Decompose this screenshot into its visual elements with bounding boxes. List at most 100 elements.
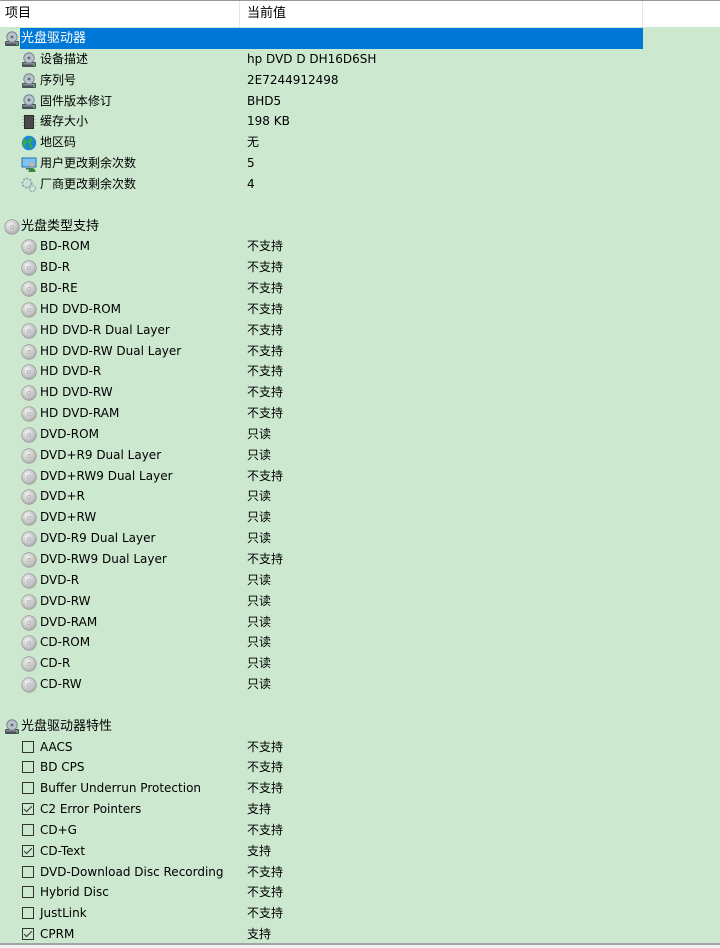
item-label: CPRM xyxy=(40,927,75,942)
item-label: DVD-RW9 Dual Layer xyxy=(40,552,167,566)
item-value: 不支持 xyxy=(247,364,284,379)
list-item[interactable]: DVD-RAM 只读 xyxy=(0,612,720,633)
checkbox-unchecked xyxy=(22,761,34,774)
list-item[interactable]: CD-RW 只读 xyxy=(0,674,720,695)
optical-drive-icon xyxy=(21,52,37,68)
list-item[interactable]: 缓存大小 198 KB xyxy=(0,111,720,132)
section-header[interactable]: 光盘驱动器特性 xyxy=(0,716,720,737)
item-value: 只读 xyxy=(247,635,272,650)
optical-drive-icon xyxy=(21,73,37,89)
list-item[interactable]: HD DVD-RW Dual Layer 不支持 xyxy=(0,341,720,362)
list-item[interactable]: 固件版本修订 BHD5 xyxy=(0,91,720,112)
item-label: DVD+RW9 Dual Layer xyxy=(40,468,173,483)
list-item[interactable]: 厂商更改剩余次数 4 xyxy=(0,174,720,195)
disc-icon xyxy=(21,552,37,568)
list-item[interactable]: CPRM 支持 xyxy=(0,924,720,945)
section-header[interactable]: 光盘驱动器 xyxy=(0,28,720,49)
list-item[interactable]: DVD-Download Disc Recording 不支持 xyxy=(0,862,720,883)
list-item[interactable]: HD DVD-R Dual Layer 不支持 xyxy=(0,320,720,341)
list-item[interactable]: BD-R 不支持 xyxy=(0,257,720,278)
list-item[interactable]: DVD+RW9 Dual Layer 不支持 xyxy=(0,466,720,487)
list-item[interactable]: DVD+R9 Dual Layer 只读 xyxy=(0,445,720,466)
item-value: 2E7244912498 xyxy=(247,72,339,87)
item-value: 支持 xyxy=(247,802,272,817)
section-title: 光盘驱动器特性 xyxy=(21,718,113,734)
item-label: JustLink xyxy=(40,906,87,921)
item-label: HD DVD-R Dual Layer xyxy=(40,322,170,337)
disc-icon xyxy=(21,448,37,464)
list-item[interactable]: 地区码 无 xyxy=(0,132,720,153)
disc-icon xyxy=(21,385,37,401)
column-header-value[interactable]: 当前值 xyxy=(240,1,643,27)
list-item[interactable]: C2 Error Pointers 支持 xyxy=(0,799,720,820)
item-label: DVD-R xyxy=(40,572,80,587)
item-value: 只读 xyxy=(247,656,272,671)
item-value: 不支持 xyxy=(247,281,284,296)
list-item[interactable]: 设备描述 hp DVD D DH16D6SH xyxy=(0,49,720,70)
column-header-item[interactable]: 项目 xyxy=(0,1,240,27)
item-label: DVD+RW xyxy=(40,510,97,525)
disc-icon xyxy=(21,302,37,318)
list-item[interactable]: DVD-RW 只读 xyxy=(0,591,720,612)
item-value: 只读 xyxy=(247,572,272,587)
item-value: 4 xyxy=(247,176,255,191)
list-item[interactable]: BD CPS 不支持 xyxy=(0,757,720,778)
item-label: 缓存大小 xyxy=(40,114,89,129)
section-title: 光盘类型支持 xyxy=(21,218,100,234)
checkbox-unchecked xyxy=(22,823,34,836)
section-header[interactable]: 光盘类型支持 xyxy=(0,216,720,237)
item-label: Hybrid Disc xyxy=(40,885,109,900)
list-item[interactable]: Buffer Underrun Protection 不支持 xyxy=(0,778,720,799)
item-value: 无 xyxy=(247,135,260,150)
item-label: Buffer Underrun Protection xyxy=(40,781,202,796)
disc-icon xyxy=(21,614,37,631)
list-item[interactable]: DVD-ROM 只读 xyxy=(0,424,720,445)
item-value: 只读 xyxy=(247,489,272,504)
list-item[interactable]: DVD-R9 Dual Layer 只读 xyxy=(0,528,720,549)
item-value: 只读 xyxy=(247,447,272,462)
list-item[interactable]: JustLink 不支持 xyxy=(0,903,720,924)
list-item[interactable]: HD DVD-ROM 不支持 xyxy=(0,299,720,320)
item-value: 5 xyxy=(247,156,255,171)
item-label: DVD+R xyxy=(40,489,85,504)
globe-icon xyxy=(21,135,37,151)
item-value: 只读 xyxy=(247,593,272,608)
item-value: 不支持 xyxy=(247,885,284,900)
list-item[interactable]: DVD+R 只读 xyxy=(0,486,720,507)
list-item[interactable]: AACS 不支持 xyxy=(0,737,720,758)
list-item[interactable]: CD-ROM 只读 xyxy=(0,632,720,653)
item-value: 不支持 xyxy=(247,822,284,837)
list-item[interactable]: Hybrid Disc 不支持 xyxy=(0,882,720,903)
disc-icon xyxy=(21,239,37,255)
disc-icon xyxy=(21,677,37,693)
list-item[interactable]: 序列号 2E7244912498 xyxy=(0,70,720,91)
checkbox-checked xyxy=(22,803,34,816)
list-item[interactable]: BD-RE 不支持 xyxy=(0,278,720,299)
item-value: 支持 xyxy=(247,927,272,942)
list-item[interactable]: CD+G 不支持 xyxy=(0,820,720,841)
checkbox-unchecked xyxy=(22,886,34,899)
list-item[interactable]: CD-R 只读 xyxy=(0,653,720,674)
item-label: 厂商更改剩余次数 xyxy=(40,176,137,191)
item-value: 只读 xyxy=(247,614,272,629)
list-item[interactable]: BD-ROM 不支持 xyxy=(0,236,720,257)
list-item[interactable]: DVD-R 只读 xyxy=(0,570,720,591)
checkbox-checked xyxy=(22,928,34,941)
list-item[interactable]: 用户更改剩余次数 5 xyxy=(0,153,720,174)
list-item[interactable]: CD-Text 支持 xyxy=(0,841,720,862)
checkbox-unchecked xyxy=(22,865,34,878)
list-item[interactable]: DVD-RW9 Dual Layer 不支持 xyxy=(0,549,720,570)
optical-drive-icon xyxy=(21,93,37,110)
disc-icon xyxy=(21,281,37,297)
list-item[interactable]: HD DVD-RW 不支持 xyxy=(0,382,720,403)
item-label: HD DVD-RW Dual Layer xyxy=(40,343,182,358)
disc-icon xyxy=(21,260,37,276)
list-item[interactable]: HD DVD-RAM 不支持 xyxy=(0,403,720,424)
disc-icon xyxy=(21,489,37,506)
list-item[interactable]: HD DVD-R 不支持 xyxy=(0,361,720,382)
item-label: CD+G xyxy=(40,822,77,837)
list-item[interactable]: DVD+RW 只读 xyxy=(0,507,720,528)
disc-icon xyxy=(21,635,37,651)
item-value: 不支持 xyxy=(247,343,284,358)
item-value: 只读 xyxy=(247,531,272,546)
